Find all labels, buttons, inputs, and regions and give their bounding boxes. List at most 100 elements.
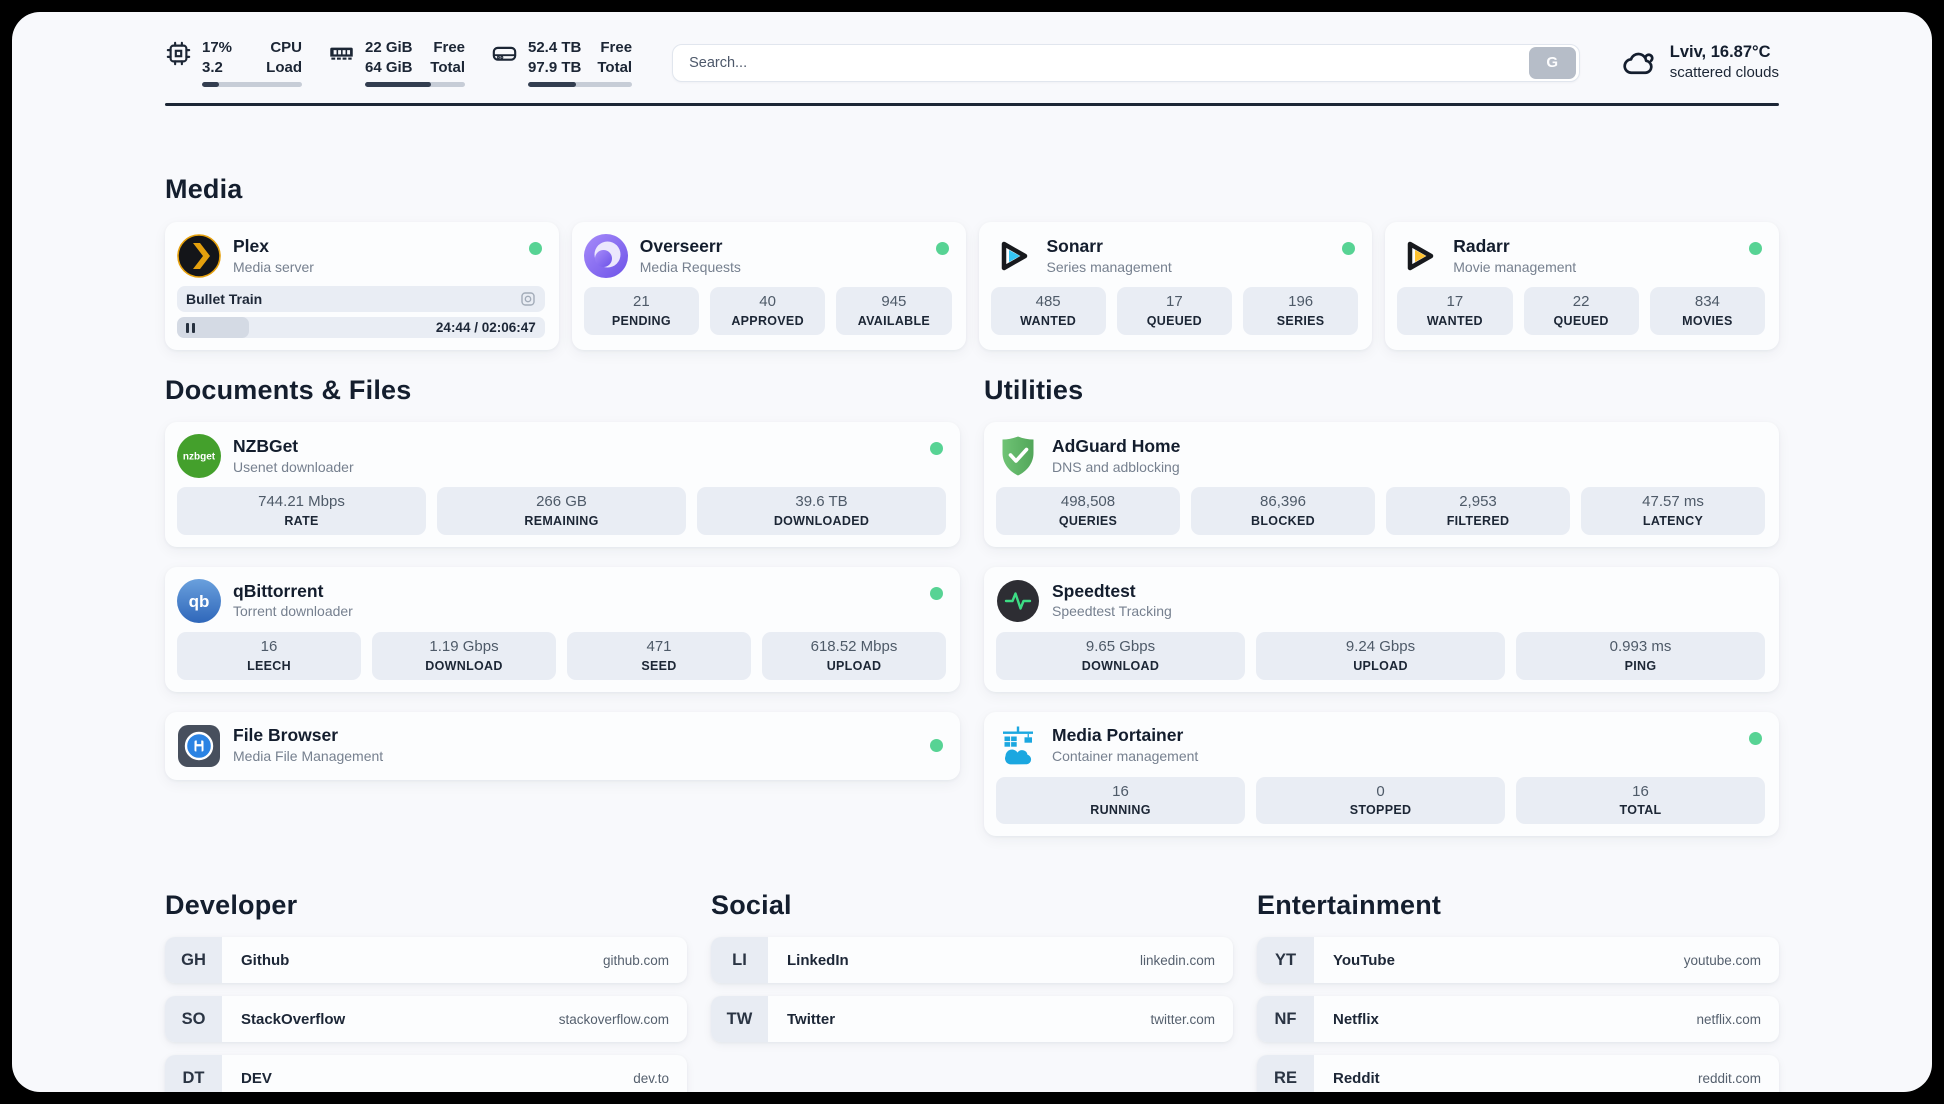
sonarr-icon <box>1001 241 1027 271</box>
stat-label: SERIES <box>1276 313 1325 328</box>
section-heading-entertainment: Entertainment <box>1257 890 1442 921</box>
now-playing-title: Bullet Train <box>186 291 263 307</box>
app-subtitle: Media server <box>233 258 314 275</box>
bookmark-url: github.com <box>602 952 669 968</box>
svg-text:nzbget: nzbget <box>183 452 216 463</box>
stat-label: TOTAL <box>1619 803 1662 818</box>
bookmark-youtube[interactable]: YT YouTube youtube.com <box>1257 937 1779 984</box>
app-subtitle: Media Requests <box>639 258 741 275</box>
weather-cloud-icon <box>1623 52 1654 74</box>
bookmark-url: linkedin.com <box>1139 952 1215 968</box>
stat-label: UPLOAD <box>826 658 882 673</box>
bookmark-url: stackoverflow.com <box>558 1011 669 1027</box>
app-title: Plex <box>233 235 269 256</box>
bookmark-dev[interactable]: DT DEV dev.to <box>165 1055 687 1092</box>
stat-box: 485 WANTED <box>990 287 1106 335</box>
bookmark-name: DEV <box>241 1069 272 1087</box>
app-card-sonarr[interactable]: Sonarr Series management 485 WANTED 17 Q… <box>978 222 1373 350</box>
section-heading-documents: Documents & Files <box>165 375 412 405</box>
section-heading-utilities: Utilities <box>984 375 1084 405</box>
disk-metric: 52.4 TB 97.9 TB Free Total <box>491 38 633 87</box>
dashboard-panel: 17% 3.2 CPU Load 22 GiB 64 GiB Free Tota… <box>12 12 1932 1092</box>
stat-box: 9.65 Gbps DOWNLOAD <box>996 631 1245 680</box>
weather-condition: scattered clouds <box>1669 64 1779 82</box>
bookmark-netflix[interactable]: NF Netflix netflix.com <box>1257 996 1779 1043</box>
plex-icon <box>177 234 221 278</box>
stat-label: RATE <box>284 513 319 528</box>
stat-label: MOVIES <box>1682 313 1733 328</box>
stat-box: 2,953 FILTERED <box>1386 487 1570 535</box>
app-card-nzbget[interactable]: nzbget NZBGet Usenet downloader 744.21 M… <box>165 422 960 547</box>
section-heading-media: Media <box>165 174 243 204</box>
section-heading-social: Social <box>711 890 792 921</box>
bookmark-abbr: TW <box>711 996 768 1043</box>
stat-label: LATENCY <box>1642 513 1704 528</box>
stat-value: 196 <box>1288 293 1314 310</box>
app-card-filebrowser[interactable]: File Browser Media File Management <box>165 711 960 780</box>
app-title: Overseerr <box>639 235 723 256</box>
stat-value: 618.52 Mbps <box>810 637 898 655</box>
stat-value: 16 <box>1112 782 1129 800</box>
app-card-overseerr[interactable]: Overseerr Media Requests 21 PENDING 40 A… <box>571 222 966 350</box>
app-subtitle: Torrent downloader <box>233 603 353 620</box>
app-card-plex[interactable]: Plex Media server Bullet Train 24:44 / 0… <box>165 222 559 350</box>
status-dot <box>930 739 943 752</box>
app-card-speedtest[interactable]: Speedtest Speedtest Tracking 9.65 Gbps D… <box>984 566 1779 692</box>
bookmark-abbr: NF <box>1257 996 1314 1043</box>
weather-widget: Lviv, 16.87°C scattered clouds <box>1622 42 1779 83</box>
app-subtitle: Series management <box>1046 258 1172 275</box>
bookmark-abbr: DT <box>165 1055 222 1092</box>
stat-label: DOWNLOAD <box>1081 658 1160 673</box>
stat-box: 22 QUEUED <box>1523 287 1639 335</box>
stat-box: 945 AVAILABLE <box>836 287 952 335</box>
status-dot <box>1749 242 1762 255</box>
stat-box: 16 LEECH <box>177 631 361 680</box>
status-dot <box>935 242 949 255</box>
bookmark-linkedin[interactable]: LI LinkedIn linkedin.com <box>711 937 1233 984</box>
app-title: NZBGet <box>233 435 299 456</box>
stat-value: 2,953 <box>1459 493 1497 510</box>
stat-label: AVAILABLE <box>857 313 931 328</box>
stat-label: STOPPED <box>1349 803 1412 818</box>
cpu-icon <box>166 41 191 66</box>
app-title: Media Portainer <box>1052 725 1184 746</box>
radarr-icon <box>1408 241 1434 271</box>
video-icon <box>521 292 535 306</box>
adguard-icon <box>1002 436 1034 476</box>
stat-box: 618.52 Mbps UPLOAD <box>762 631 946 680</box>
stat-label: PING <box>1624 658 1657 673</box>
bookmark-abbr: RE <box>1257 1055 1314 1092</box>
app-card-adguard[interactable]: AdGuard Home DNS and adblocking 498,508 … <box>984 422 1779 547</box>
stat-label: QUERIES <box>1058 513 1118 528</box>
stat-box: 266 GB REMAINING <box>437 487 686 535</box>
app-subtitle: Speedtest Tracking <box>1052 603 1172 620</box>
stat-label: APPROVED <box>731 313 804 328</box>
bookmark-twitter[interactable]: TW Twitter twitter.com <box>711 996 1233 1043</box>
app-title: Speedtest <box>1052 580 1136 601</box>
stat-value: 47.57 ms <box>1642 493 1704 510</box>
nzbget-icon: nzbget <box>177 434 221 478</box>
bookmark-reddit[interactable]: RE Reddit reddit.com <box>1257 1055 1779 1092</box>
bookmark-url: dev.to <box>633 1070 669 1086</box>
stat-box: 744.21 Mbps RATE <box>177 487 426 535</box>
stat-value: 485 <box>1035 293 1061 310</box>
disk-total-label: Total <box>597 58 633 76</box>
cpu-progress-bar <box>202 82 302 87</box>
bookmark-url: twitter.com <box>1150 1011 1215 1027</box>
app-card-portainer[interactable]: Media Portainer Container management 16 … <box>984 711 1779 837</box>
search-button[interactable]: G <box>1528 46 1576 79</box>
app-card-radarr[interactable]: Radarr Movie management 17 WANTED 22 QUE… <box>1385 222 1779 350</box>
now-playing-row: Bullet Train <box>177 286 545 312</box>
bookmark-name: Reddit <box>1333 1069 1380 1087</box>
app-card-qbittorrent[interactable]: qb qBittorrent Torrent downloader 16 LEE… <box>165 566 960 692</box>
stat-box: 21 PENDING <box>583 287 699 335</box>
overseerr-icon <box>583 234 628 278</box>
bookmark-stackoverflow[interactable]: SO StackOverflow stackoverflow.com <box>165 996 687 1043</box>
media-grid: Plex Media server Bullet Train 24:44 / 0… <box>165 222 1779 350</box>
memory-metric: 22 GiB 64 GiB Free Total <box>328 38 465 87</box>
bookmark-github[interactable]: GH Github github.com <box>165 937 687 984</box>
search-input[interactable] <box>673 54 1529 71</box>
stat-label: DOWNLOADED <box>773 513 870 528</box>
disk-free-label: Free <box>600 39 633 56</box>
search-box: G <box>672 43 1580 82</box>
